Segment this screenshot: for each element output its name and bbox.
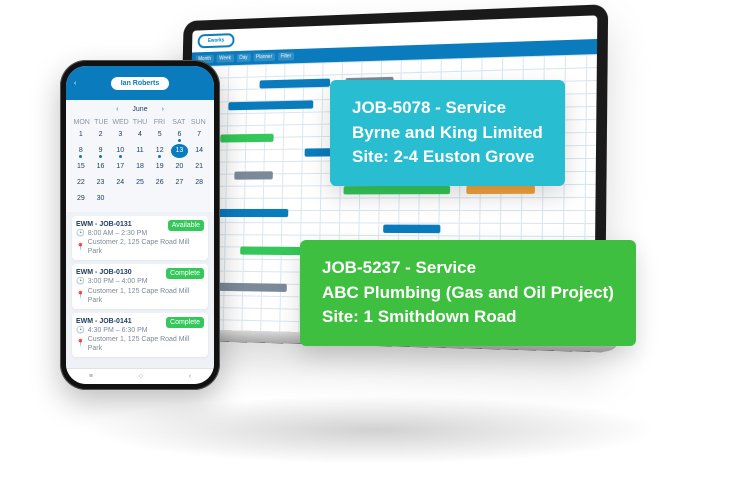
- weekday: THU: [130, 119, 149, 126]
- schedule-block[interactable]: [383, 225, 441, 234]
- job-location: 📍Customer 1, 125 Cape Road Mill Park: [76, 287, 204, 305]
- calendar-day[interactable]: 28: [190, 176, 208, 190]
- calendar-day[interactable]: 12: [151, 144, 169, 158]
- schedule-block[interactable]: [343, 186, 449, 195]
- calendar-day[interactable]: 22: [72, 176, 90, 190]
- back-icon[interactable]: ‹: [74, 80, 76, 87]
- calendar-day[interactable]: 3: [111, 128, 129, 142]
- calendar-day[interactable]: 10: [111, 144, 129, 158]
- schedule-block[interactable]: [217, 283, 287, 292]
- calendar-day[interactable]: 7: [190, 128, 208, 142]
- status-badge: Complete: [166, 317, 204, 328]
- job-card[interactable]: EWM - JOB-0141🕒4:30 PM – 6:30 PM📍Custome…: [72, 313, 208, 357]
- calendar-day[interactable]: 8: [72, 144, 90, 158]
- calendar-day[interactable]: 15: [72, 160, 90, 174]
- weekday: TUE: [91, 119, 110, 126]
- calendar-day[interactable]: 13: [171, 144, 189, 158]
- clock-icon: 🕒: [76, 229, 85, 238]
- toolbar-item[interactable]: Planner: [253, 53, 275, 62]
- calendar-day[interactable]: 29: [72, 192, 90, 206]
- schedule-block[interactable]: [259, 78, 329, 88]
- callout-line: ABC Plumbing (Gas and Oil Project): [322, 281, 614, 306]
- calendar-day[interactable]: 24: [111, 176, 129, 190]
- calendar-day[interactable]: 23: [92, 176, 110, 190]
- calendar-day[interactable]: 19: [151, 160, 169, 174]
- status-badge: Available: [168, 220, 204, 231]
- recent-apps-icon[interactable]: ≡: [89, 373, 93, 380]
- month-switcher[interactable]: ‹ June ›: [66, 100, 214, 119]
- job-location: 📍Customer 2, 125 Cape Road Mill Park: [76, 238, 204, 256]
- clock-icon: 🕒: [76, 326, 85, 335]
- schedule-block[interactable]: [220, 133, 274, 142]
- callout-line: Site: 2-4 Euston Grove: [352, 145, 543, 170]
- weekday: SAT: [169, 119, 188, 126]
- job-callout-teal: JOB-5078 - Service Byrne and King Limite…: [330, 80, 565, 186]
- weekday-row: MON TUE WED THU FRI SAT SUN: [66, 119, 214, 126]
- phone-screen: ‹ Ian Roberts ‹ June › MON TUE WED THU F…: [66, 66, 214, 384]
- calendar-day[interactable]: 2: [92, 128, 110, 142]
- phone-header: ‹ Ian Roberts: [66, 66, 214, 100]
- calendar-day[interactable]: 11: [131, 144, 149, 158]
- callout-line: Byrne and King Limited: [352, 121, 543, 146]
- phone-device: ‹ Ian Roberts ‹ June › MON TUE WED THU F…: [60, 60, 220, 390]
- schedule-block[interactable]: [234, 171, 273, 179]
- pin-icon: 📍: [76, 291, 85, 300]
- pin-icon: 📍: [76, 339, 85, 348]
- calendar-day[interactable]: 25: [131, 176, 149, 190]
- toolbar-item[interactable]: Day: [236, 54, 250, 62]
- pin-icon: 📍: [76, 243, 85, 252]
- calendar-day[interactable]: 16: [92, 160, 110, 174]
- logo-mark: Eworks: [198, 33, 235, 48]
- calendar-day[interactable]: 14: [190, 144, 208, 158]
- calendar-day[interactable]: 21: [190, 160, 208, 174]
- chevron-left-icon[interactable]: ‹: [116, 106, 118, 113]
- back-nav-icon[interactable]: ‹: [189, 373, 191, 380]
- job-location: 📍Customer 1, 125 Cape Road Mill Park: [76, 335, 204, 353]
- calendar-day[interactable]: 6: [171, 128, 189, 142]
- calendar-day[interactable]: 5: [151, 128, 169, 142]
- toolbar-item[interactable]: Week: [216, 54, 233, 63]
- schedule-block[interactable]: [466, 186, 534, 195]
- home-icon[interactable]: ○: [139, 373, 143, 380]
- device-shadow: [40, 390, 710, 470]
- calendar-day[interactable]: 26: [151, 176, 169, 190]
- calendar-day[interactable]: 18: [131, 160, 149, 174]
- job-card[interactable]: EWM - JOB-0131🕒8:00 AM – 2:30 PM📍Custome…: [72, 216, 208, 260]
- status-badge: Complete: [166, 268, 204, 279]
- calendar-day[interactable]: 4: [131, 128, 149, 142]
- schedule-block[interactable]: [211, 208, 288, 216]
- job-card[interactable]: EWM - JOB-0130🕒3:00 PM – 4:00 PM📍Custome…: [72, 264, 208, 308]
- android-navbar[interactable]: ≡ ○ ‹: [66, 368, 214, 384]
- callout-line: JOB-5078 - Service: [352, 96, 543, 121]
- calendar-day[interactable]: 30: [92, 192, 110, 206]
- calendar-day[interactable]: 9: [92, 144, 110, 158]
- callout-line: JOB-5237 - Service: [322, 256, 614, 281]
- weekday: FRI: [150, 119, 169, 126]
- toolbar-item[interactable]: Filter: [278, 52, 294, 61]
- chevron-right-icon[interactable]: ›: [162, 106, 164, 113]
- clock-icon: 🕒: [76, 277, 85, 286]
- calendar-day[interactable]: 27: [171, 176, 189, 190]
- job-callout-green: JOB-5237 - Service ABC Plumbing (Gas and…: [300, 240, 636, 346]
- callout-line: Site: 1 Smithdown Road: [322, 305, 614, 330]
- weekday: WED: [111, 119, 130, 126]
- calendar-day[interactable]: 20: [171, 160, 189, 174]
- weekday: MON: [72, 119, 91, 126]
- schedule-block[interactable]: [228, 100, 313, 110]
- user-name-pill[interactable]: Ian Roberts: [111, 77, 170, 90]
- calendar-grid[interactable]: 1234567891011121314151617181920212223242…: [66, 126, 214, 212]
- month-label: June: [132, 106, 147, 113]
- calendar-day[interactable]: 17: [111, 160, 129, 174]
- calendar-day[interactable]: 1: [72, 128, 90, 142]
- weekday: SUN: [189, 119, 208, 126]
- job-list[interactable]: EWM - JOB-0131🕒8:00 AM – 2:30 PM📍Custome…: [66, 212, 214, 368]
